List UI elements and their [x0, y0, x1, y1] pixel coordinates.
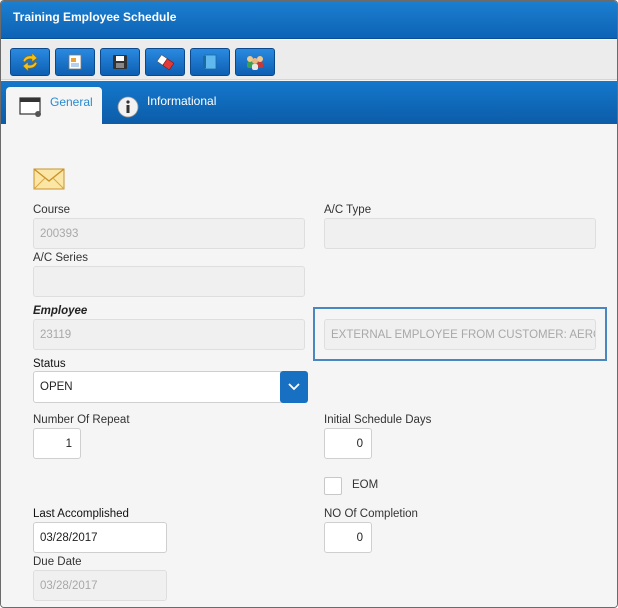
due-date-field[interactable]: 03/28/2017: [33, 570, 167, 601]
tab-general[interactable]: General: [6, 87, 102, 124]
group-users-icon: [247, 56, 263, 70]
chevron-down-icon: [288, 383, 300, 391]
tab-bar: General Informational: [1, 81, 617, 124]
status-select[interactable]: OPEN: [33, 371, 283, 403]
last-accomplished-label: Last Accomplished: [33, 508, 129, 520]
ac-series-field[interactable]: [33, 266, 305, 297]
no-of-completion-field[interactable]: 0: [324, 522, 372, 553]
info-icon: [117, 96, 139, 118]
ac-series-label: A/C Series: [33, 252, 88, 264]
title-bar: Training Employee Schedule: [1, 1, 617, 39]
employee-label: Employee: [33, 305, 88, 317]
course-label: Course: [33, 204, 71, 216]
ac-type-label: A/C Type: [324, 204, 372, 216]
new-record-button[interactable]: [55, 48, 95, 76]
status-label: Status: [33, 358, 66, 370]
employee-name-field: EXTERNAL EMPLOYEE FROM CUSTOMER: AEROMA: [324, 319, 596, 350]
notebook-icon: [203, 54, 217, 70]
eom-checkbox[interactable]: [324, 477, 342, 495]
tab-general-label: General: [50, 95, 93, 109]
clear-button[interactable]: [145, 48, 185, 76]
refresh-arrows-icon: [22, 53, 38, 71]
new-record-icon: [68, 54, 82, 70]
initial-schedule-days-label: Initial Schedule Days: [324, 414, 432, 426]
eraser-icon: [156, 54, 175, 71]
no-of-completion-label: NO Of Completion: [324, 508, 418, 520]
tab-informational[interactable]: Informational: [117, 87, 247, 124]
window-title: Training Employee Schedule: [13, 10, 177, 24]
course-field[interactable]: 200393: [33, 218, 305, 249]
due-date-label: Due Date: [33, 556, 82, 568]
window-icon: [19, 97, 41, 117]
toolbar: [1, 40, 617, 80]
number-of-repeat-label: Number Of Repeat: [33, 414, 130, 426]
save-button[interactable]: [100, 48, 140, 76]
save-disk-icon: [113, 55, 127, 69]
status-dropdown-button[interactable]: [280, 371, 308, 403]
last-accomplished-field[interactable]: 03/28/2017: [33, 522, 167, 553]
initial-schedule-days-field[interactable]: 0: [324, 428, 372, 459]
ac-type-field[interactable]: [324, 218, 596, 249]
number-of-repeat-field[interactable]: 1: [33, 428, 81, 459]
tab-informational-label: Informational: [147, 94, 217, 108]
refresh-button[interactable]: [10, 48, 50, 76]
window: Training Employee Schedule General Infor…: [0, 0, 618, 608]
eom-label: EOM: [352, 479, 379, 491]
notes-button[interactable]: [190, 48, 230, 76]
employee-field[interactable]: 23119: [33, 319, 305, 350]
employees-button[interactable]: [235, 48, 275, 76]
envelope-icon[interactable]: [33, 167, 65, 191]
